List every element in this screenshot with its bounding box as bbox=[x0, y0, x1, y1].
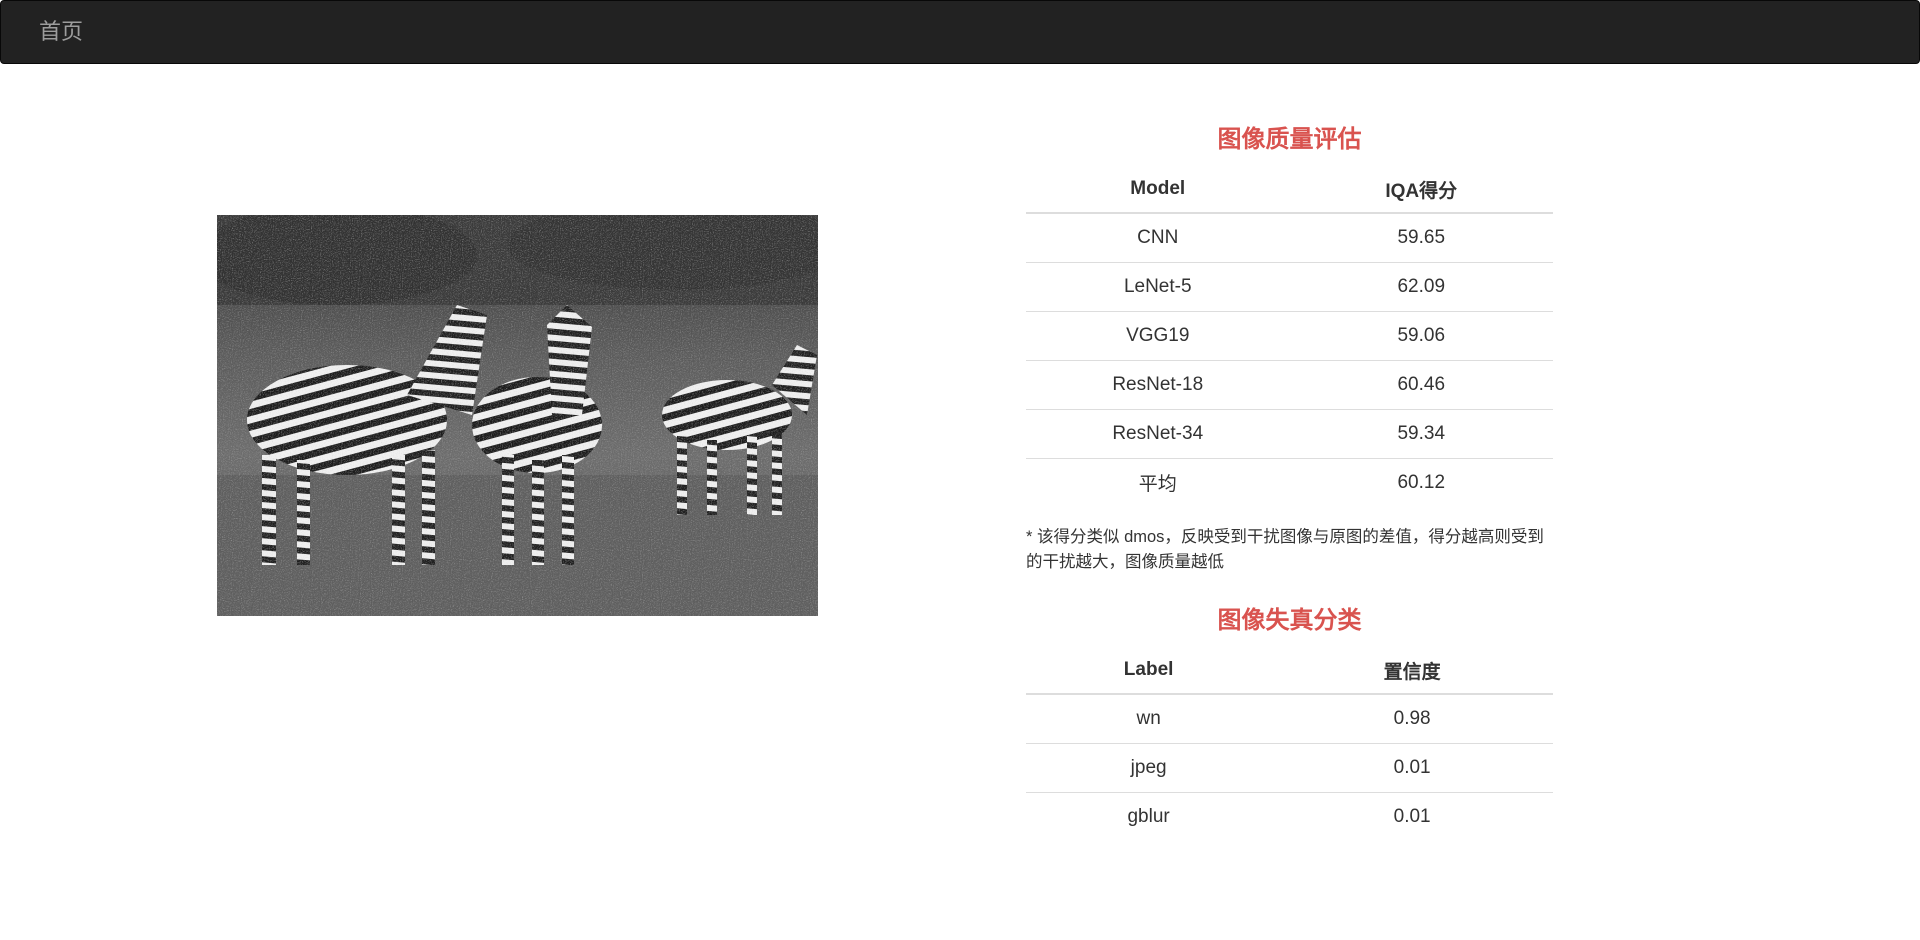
table-header-row: Label 置信度 bbox=[1026, 647, 1553, 695]
average-label: 平均 bbox=[1026, 457, 1290, 507]
column-header-label: Label bbox=[1026, 647, 1272, 695]
column-header-model: Model bbox=[1026, 166, 1290, 214]
model-score: 59.65 bbox=[1397, 226, 1446, 248]
distortion-confidence: 0.01 bbox=[1271, 791, 1553, 841]
model-name: ResNet-34 bbox=[1026, 408, 1290, 458]
model-name: CNN bbox=[1137, 226, 1179, 248]
distortion-table: Label 置信度 wn 0.98 jpeg 0.01 gblur 0.01 bbox=[1026, 647, 1553, 841]
distortion-label: gblur bbox=[1026, 791, 1272, 841]
result-image bbox=[217, 215, 818, 616]
model-score: 59.34 bbox=[1289, 408, 1553, 458]
table-header-row: Model IQA得分 bbox=[1026, 166, 1553, 214]
column-header-score: IQA得分 bbox=[1289, 166, 1553, 214]
table-row: CNN 59.65 bbox=[1026, 213, 1553, 262]
distortion-confidence: 0.98 bbox=[1393, 707, 1431, 729]
home-link[interactable]: 首页 bbox=[39, 18, 83, 46]
zebra-photo bbox=[217, 215, 818, 616]
distortion-confidence: 0.01 bbox=[1271, 742, 1553, 792]
model-name: LeNet-5 bbox=[1026, 261, 1290, 311]
model-score: 60.46 bbox=[1289, 359, 1553, 409]
table-row: jpeg 0.01 bbox=[1026, 742, 1553, 792]
iqa-title: 图像质量评估 bbox=[1217, 126, 1362, 153]
top-navbar: 首页 bbox=[0, 0, 1920, 64]
iqa-footnote: * 该得分类似 dmos，反映受到干扰图像与原图的差值，得分越高则受到的干扰越大… bbox=[1026, 528, 1544, 571]
model-score: 59.06 bbox=[1289, 310, 1553, 360]
model-name: VGG19 bbox=[1026, 310, 1290, 360]
table-row: VGG19 59.06 bbox=[1026, 310, 1553, 360]
table-row: gblur 0.01 bbox=[1026, 791, 1553, 841]
iqa-table: Model IQA得分 CNN 59.65 LeNet-5 62.09 VGG1… bbox=[1026, 166, 1553, 507]
results-panel: 图像质量评估 Model IQA得分 CNN 59.65 LeNet-5 62.… bbox=[1026, 120, 1553, 841]
distortion-label: jpeg bbox=[1026, 742, 1272, 792]
model-name: ResNet-18 bbox=[1026, 359, 1290, 409]
model-score: 62.09 bbox=[1289, 261, 1553, 311]
column-header-confidence: 置信度 bbox=[1271, 647, 1553, 695]
distortion-label: wn bbox=[1136, 707, 1161, 729]
table-row-average: 平均 60.12 bbox=[1026, 457, 1553, 507]
table-row: LeNet-5 62.09 bbox=[1026, 261, 1553, 311]
table-row: wn 0.98 bbox=[1026, 694, 1553, 743]
table-row: ResNet-18 60.46 bbox=[1026, 359, 1553, 409]
average-score: 60.12 bbox=[1289, 457, 1553, 507]
distortion-title: 图像失真分类 bbox=[1217, 607, 1362, 634]
table-row: ResNet-34 59.34 bbox=[1026, 408, 1553, 458]
